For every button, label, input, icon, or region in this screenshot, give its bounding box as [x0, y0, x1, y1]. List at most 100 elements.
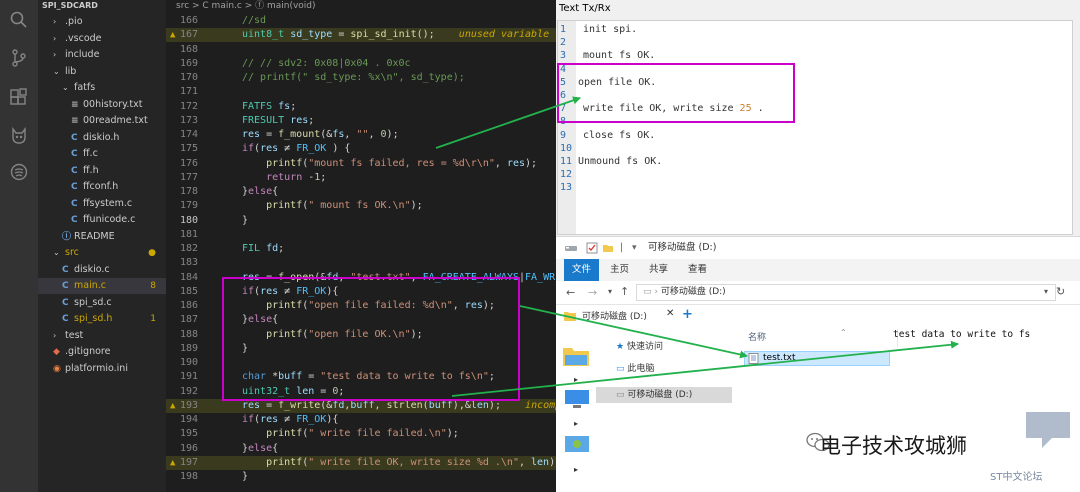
address-dropdown-icon[interactable]: ▾ [1044, 287, 1048, 296]
tree-item-label: README [74, 230, 115, 242]
line-number: 174 [179, 129, 198, 140]
back-arrow-icon[interactable]: ← [566, 286, 575, 299]
code-line: 177 return -1; [166, 171, 556, 185]
file-item-test-txt[interactable]: test.txt [744, 351, 890, 366]
folder-tab-label[interactable]: 可移动磁盘 (D:) [582, 309, 647, 322]
tree-item[interactable]: ⌄ fatfs [38, 80, 166, 96]
ribbon-tabs: 文件 主页 共享 查看 [556, 259, 1080, 281]
line-number: 188 [179, 328, 198, 340]
tree-item[interactable]: › .pio [38, 14, 166, 30]
tree-item-label: spi_sd.h [74, 313, 113, 324]
code-line: 172 FATFS fs; [166, 100, 556, 114]
tree-item[interactable]: ◉ platformio.ini [38, 361, 166, 377]
search-icon[interactable] [9, 10, 29, 30]
line-number: 166 [179, 15, 198, 26]
tree-item-label: ffsystem.c [83, 197, 133, 209]
activity-bar [0, 0, 38, 492]
serial-line: 11 Unmound fs OK. [558, 155, 1068, 168]
expand-chevron-icon[interactable]: ▸ [574, 375, 578, 384]
line-number: 175 [179, 143, 198, 155]
address-bar-row: ← → ▾ ↑ ▭ › 可移动磁盘 (D:) ▾ ↻ [556, 281, 1080, 305]
recent-chevron-icon[interactable]: ▾ [608, 287, 612, 296]
expand-chevron-icon[interactable]: ▸ [574, 419, 578, 428]
serial-line-number: 13 [560, 182, 573, 194]
serial-output[interactable]: 1 init spi. 2 3 mount fs OK. 4 5 open file OK. 6… [557, 20, 1073, 235]
tree-item[interactable]: Cspi_sd.c [38, 295, 166, 311]
tree-item[interactable]: ◆ .gitignore [38, 344, 166, 360]
tree-item-label: .pio [65, 16, 83, 27]
windows-file-explorer: | ▾ 可移动磁盘 (D:) 文件 主页 共享 查看 ← → ▾ ↑ ▭ › 可… [556, 236, 1080, 492]
code-text: //sd [242, 15, 267, 26]
monitor-large-icon [565, 390, 589, 408]
tree-item[interactable]: Cffsystem.c [38, 196, 166, 212]
refresh-icon[interactable]: ↻ [1056, 285, 1065, 298]
explorer-titlebar: | ▾ 可移动磁盘 (D:) [556, 237, 1080, 259]
sort-chevron-icon: ⌃ [840, 328, 847, 337]
nav-removable-disk[interactable]: ▭ 可移动磁盘 (D:) [596, 387, 732, 403]
tab-file[interactable]: 文件 [564, 259, 600, 281]
tree-item-label: main.c [74, 280, 106, 291]
tree-item[interactable]: Cmain.c 8 [38, 278, 166, 294]
drive-icon [565, 246, 577, 251]
folder-closed-icon: › [53, 50, 57, 59]
line-number: 178 [179, 186, 198, 197]
source-control-icon[interactable] [9, 48, 29, 68]
properties-icon[interactable] [586, 242, 598, 254]
tree-item[interactable]: ⌄ src ● [38, 245, 166, 261]
extensions-icon[interactable] [9, 88, 29, 108]
tree-item[interactable]: Cff.c [38, 146, 166, 162]
serial-line-text: init spi. [583, 24, 638, 35]
code-line: 170 // printf(" sd_type: %x\n", sd_type); [166, 71, 556, 85]
serial-monitor-icon[interactable] [9, 162, 29, 182]
tree-item[interactable]: › test [38, 328, 166, 344]
folder-open-icon: ⌄ [53, 66, 60, 76]
tree-item[interactable]: ≡ 00readme.txt [38, 113, 166, 129]
tree-item[interactable]: Cdiskio.c [38, 262, 166, 278]
tab-view[interactable]: 查看 [688, 259, 707, 281]
nav-quick-access[interactable]: ★ 快速访问 [616, 339, 663, 355]
code-line: 171 [166, 85, 556, 99]
column-name-header[interactable]: 名称 ⌃ [748, 328, 898, 347]
code-line: 168 [166, 43, 556, 57]
tree-item[interactable]: Cspi_sd.h 1 [38, 311, 166, 327]
tree-item[interactable]: › .vscode [38, 31, 166, 47]
breadcrumb[interactable]: src > C main.c > ⓕ main(void) [166, 0, 556, 14]
tree-item[interactable]: Cdiskio.h [38, 130, 166, 146]
add-tab-icon[interactable]: + [682, 307, 693, 322]
c-file-icon: C [71, 198, 78, 209]
code-text: printf(" write file OK, write size %d .\… [266, 456, 556, 468]
platformio-icon[interactable] [9, 126, 29, 146]
nav-this-pc[interactable]: ▭ 此电脑 [616, 361, 654, 377]
serial-line-text: mount fs OK. [583, 50, 656, 62]
star-icon: ★ [616, 342, 627, 352]
new-folder-icon[interactable] [602, 242, 614, 254]
serial-line: 3 mount fs OK. [558, 49, 1068, 62]
tree-item[interactable]: › include [38, 47, 166, 63]
tab-home[interactable]: 主页 [610, 259, 629, 281]
tree-item[interactable]: Cffconf.h [38, 179, 166, 195]
problem-badge: 1 [150, 314, 156, 324]
tree-item[interactable]: Cffunicode.c [38, 212, 166, 228]
tree-item-label: 00history.txt [83, 98, 143, 110]
tree-item[interactable]: ⓘ README [38, 229, 166, 245]
tree-item[interactable]: Cff.h [38, 163, 166, 179]
code-text: // printf(" sd_type: %x\n", sd_type); [242, 72, 465, 83]
up-arrow-icon[interactable]: ↑ [620, 285, 629, 298]
code-text: FIL fd; [242, 243, 285, 254]
line-number: 191 [179, 371, 198, 383]
tree-item[interactable]: ⌄ lib [38, 64, 166, 80]
code-text: printf("mount fs failed, res = %d\r\n", … [266, 157, 538, 169]
computer-icon: ▭ [616, 364, 628, 374]
code-text: } [242, 471, 249, 482]
watermark-text: 电子技术攻城狮 [820, 434, 967, 458]
network-large-icon [565, 436, 589, 452]
forward-arrow-icon[interactable]: → [588, 286, 597, 299]
tree-item-label: lib [65, 65, 77, 77]
code-editor[interactable]: src > C main.c > ⓕ main(void) 166 //sd ▲ 16… [166, 0, 556, 492]
address-input[interactable]: ▭ › 可移动磁盘 (D:) [636, 284, 1056, 301]
tab-share[interactable]: 共享 [649, 259, 668, 281]
chevron-down-icon[interactable]: ▾ [632, 237, 637, 259]
tree-item[interactable]: ≡ 00history.txt [38, 97, 166, 113]
expand-chevron-icon[interactable]: ▸ [574, 465, 578, 474]
close-tab-icon[interactable]: ✕ [666, 308, 674, 319]
